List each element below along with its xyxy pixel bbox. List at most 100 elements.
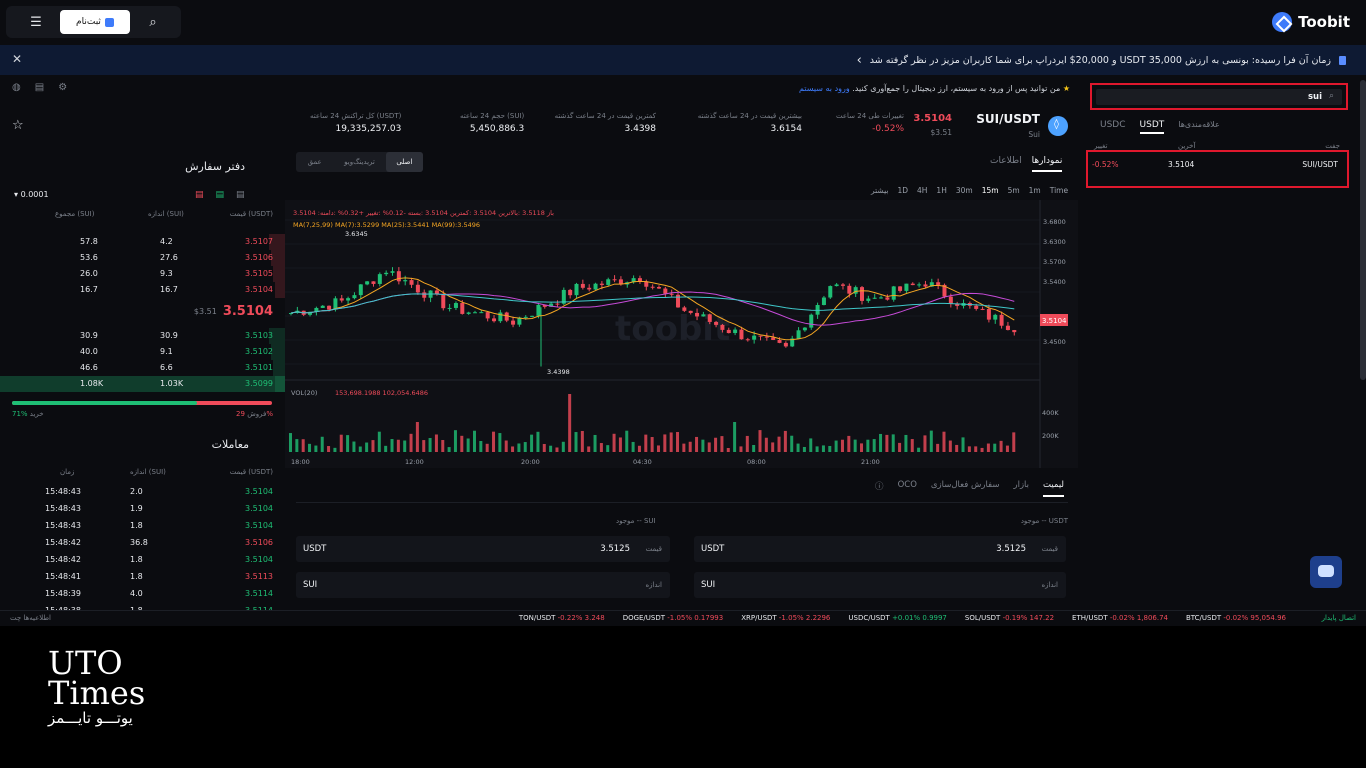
info-icon[interactable]: ⓘ <box>875 480 884 497</box>
candle <box>377 274 382 284</box>
orderbook-row[interactable]: 3.5105 9.3 26.0 <box>0 266 285 282</box>
footer-ticker[interactable]: ETH/USDT -0.02% 1,806.74 <box>1072 614 1168 622</box>
orderbook-row[interactable]: 3.5099 1.03K 1.08K <box>0 376 285 392</box>
gear-icon[interactable]: ⚙ <box>58 82 67 93</box>
candle <box>904 283 909 291</box>
precision-select[interactable]: ▾ 0.0001 <box>14 190 49 199</box>
market-search-input[interactable]: ⌕ sui <box>1096 89 1342 105</box>
orderbook-row[interactable]: 3.5106 27.6 53.6 <box>0 250 285 266</box>
candle <box>371 281 376 284</box>
candle <box>434 290 439 294</box>
signup-button[interactable]: ثبت‌نام <box>60 10 130 34</box>
tf-1m[interactable]: 1m <box>1029 186 1041 195</box>
chart-watermark: toobit <box>615 309 730 349</box>
candle <box>923 284 928 287</box>
orderbook-row[interactable]: 3.5101 6.6 46.6 <box>0 360 285 376</box>
volume-bar <box>840 439 844 452</box>
footer-ticker[interactable]: XRP/USDT -1.05% 2.2296 <box>741 614 830 622</box>
order-form: لیمیت بازار سفارش فعال‌سازی OCO ⓘ موجود … <box>296 476 1068 606</box>
buy-qty-input[interactable]: SUI اندازه <box>694 572 1066 598</box>
tab-info[interactable]: اطلاعات <box>990 156 1022 172</box>
volume-bar <box>923 435 927 452</box>
tf-1h[interactable]: 1H <box>936 186 946 195</box>
sell-qty-input[interactable]: SUI اندازه <box>296 572 670 598</box>
tab-oco[interactable]: OCO <box>898 480 917 497</box>
volume-bar <box>428 438 432 452</box>
orderbook-row[interactable]: 3.5103 30.9 30.9 <box>0 328 285 344</box>
volume-bar <box>327 446 331 452</box>
volume-bar <box>561 441 565 452</box>
tab-charts[interactable]: نمودارها <box>1031 156 1063 172</box>
footer-ticker[interactable]: SOL/USDT -0.19% 147.22 <box>965 614 1054 622</box>
trades-title: معاملات <box>211 438 249 451</box>
tf-15m[interactable]: 15m <box>982 186 999 195</box>
price-chart[interactable]: toobit 3.5104 :باز 3.5118 :بالاترین 3.51… <box>285 200 1078 468</box>
scrollbar[interactable] <box>1360 80 1366 380</box>
volume-bar <box>993 443 997 452</box>
trade-row: 3.5104 1.8 15:48:43 <box>45 521 273 530</box>
candle <box>974 305 979 309</box>
tf-1d[interactable]: 1D <box>897 186 908 195</box>
tab-favorites[interactable]: علاقه‌مندی‌ها <box>1178 120 1219 134</box>
close-icon[interactable]: ✕ <box>12 52 22 66</box>
buy-price-input[interactable]: USDT 3.5125 قیمت <box>694 536 1066 562</box>
search-icon[interactable]: ⌕ <box>139 12 167 32</box>
footer-ticker[interactable]: USDC/USDT +0.01% 0.9997 <box>848 614 947 622</box>
orderbook-row[interactable]: 3.5102 9.1 40.0 <box>0 344 285 360</box>
document-icon[interactable]: ▤ <box>35 82 44 93</box>
mode-depth[interactable]: عمق <box>296 152 333 172</box>
globe-icon[interactable]: ◍ <box>12 82 21 93</box>
orderbook-row[interactable]: 3.5107 4.2 57.8 <box>0 234 285 250</box>
favorite-star-icon[interactable]: ☆ <box>12 118 24 133</box>
book-both-icon[interactable]: ▤ <box>236 190 245 200</box>
candle <box>593 283 598 290</box>
brand[interactable]: Toobit <box>1272 10 1350 34</box>
volume-bar <box>390 439 394 452</box>
volume-bar <box>872 439 876 452</box>
sell-price-input[interactable]: USDT 3.5125 قیمت <box>296 536 670 562</box>
chat-link[interactable]: اطلاعیه‌ها چت <box>10 614 51 622</box>
volume-bar <box>472 430 476 452</box>
tab-usdt[interactable]: USDT <box>1139 120 1165 134</box>
tab-market[interactable]: بازار <box>1013 480 1029 497</box>
candle <box>777 339 782 343</box>
menu-icon[interactable]: ☰ <box>22 12 50 32</box>
mode-tradingview[interactable]: تریدینگ‌ویو <box>333 152 385 172</box>
volume-bar <box>904 434 908 452</box>
tf-5m[interactable]: 5m <box>1008 186 1020 195</box>
orderbook-title: دفتر سفارش <box>185 160 245 173</box>
header-pair: جفت <box>1325 142 1340 150</box>
candle <box>726 329 731 334</box>
support-bot-icon[interactable] <box>1310 556 1342 588</box>
candle <box>384 272 389 275</box>
volume-bar <box>771 442 775 452</box>
ticker-pair[interactable]: SUI/USDT <box>976 112 1040 126</box>
candle <box>980 308 985 310</box>
volume-bar <box>714 437 718 452</box>
orderbook-row[interactable]: 3.5104 16.7 16.7 <box>0 282 285 298</box>
ticker-header: ◊ SUI/USDT Sui 3.5104 $3.51 تغییرات طی 2… <box>300 108 1070 144</box>
candle <box>441 293 446 309</box>
tf-time[interactable]: Time <box>1050 186 1068 195</box>
candle <box>936 282 941 285</box>
footer-ticker[interactable]: BTC/USDT -0.02% 95,054.96 <box>1186 614 1286 622</box>
tab-usdc[interactable]: USDC <box>1100 120 1126 134</box>
tf-30m[interactable]: 30m <box>956 186 973 195</box>
volume-bar <box>764 437 768 452</box>
tab-trigger[interactable]: سفارش فعال‌سازی <box>931 480 1000 497</box>
volume-bar <box>536 431 540 452</box>
tf-more[interactable]: بیشتر <box>871 186 888 195</box>
tab-limit[interactable]: لیمیت <box>1043 480 1064 497</box>
volume-bar <box>434 434 438 452</box>
market-row-sui[interactable]: -0.52% 3.5104 SUI/USDT <box>1090 160 1344 174</box>
footer-ticker[interactable]: DOGE/USDT -1.05% 0.17993 <box>623 614 724 622</box>
book-bids-icon[interactable]: ▤ <box>216 190 225 200</box>
book-asks-icon[interactable]: ▤ <box>195 190 204 200</box>
tf-4h[interactable]: 4H <box>917 186 927 195</box>
candle <box>783 342 788 347</box>
footer-ticker[interactable]: TON/USDT -0.22% 3.248 <box>519 614 605 622</box>
promo-banner[interactable]: ‹ زمان آن فرا رسیده: بونسی به ارزش 35,00… <box>0 45 1366 75</box>
login-link[interactable]: ورود به سیستم <box>799 84 850 93</box>
banner-chevron-icon[interactable]: ‹ <box>857 53 862 68</box>
mode-basic[interactable]: اصلی <box>385 152 424 172</box>
